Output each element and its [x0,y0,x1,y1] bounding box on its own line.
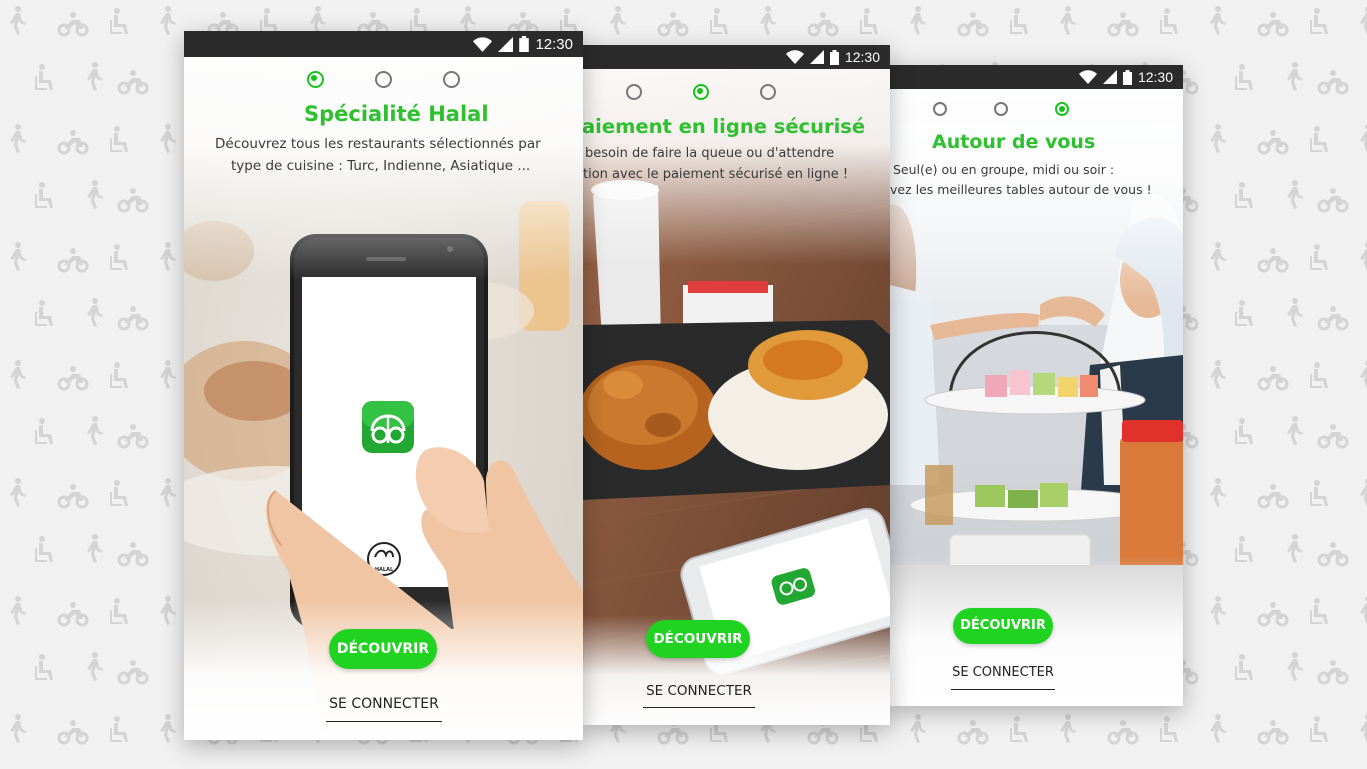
screen-description-line-1: besoin de faire la queue ou d'attendre [585,146,835,161]
screen-title: Spécialité Halal [304,102,489,126]
status-bar: 12:30 [583,45,890,69]
status-time: 12:30 [535,35,573,53]
signal-icon [809,50,824,64]
login-link[interactable]: SE CONNECTER [951,663,1055,690]
step-dot-2[interactable] [375,71,392,88]
step-indicator [307,71,460,88]
wifi-icon [785,50,804,64]
status-bar: 12:30 [890,65,1183,89]
signal-icon [1102,70,1117,84]
screen-title: Autour de vous [932,131,1096,153]
screen-description-line-2: tion avec le paiement sécurisé en ligne … [583,167,849,182]
step-dot-1[interactable] [626,84,642,100]
screen-title: aiement en ligne sécurisé [583,115,866,138]
step-dot-1-active[interactable] [307,71,324,88]
step-dot-1[interactable] [933,102,947,116]
battery-icon [1122,69,1132,85]
phone-screen-halal-specialty: HALAL 12:30 Spécialité Halal Découvrez t… [184,31,583,740]
step-dot-3[interactable] [760,84,776,100]
step-indicator [626,84,776,100]
login-link[interactable]: SE CONNECTER [326,693,442,722]
step-indicator [933,102,1069,116]
discover-button[interactable]: DÉCOUVRIR [953,608,1053,644]
screen-description-line-1: Seul(e) ou en groupe, midi ou soir : [893,162,1115,177]
discover-button[interactable]: DÉCOUVRIR [329,629,437,669]
screen-description-line-2: type de cuisine : Turc, Indienne, Asiati… [231,158,531,174]
wifi-icon [473,36,493,52]
status-time: 12:30 [844,49,880,65]
phone-screen-around-you: 12:30 Autour de vous Seul(e) ou en group… [890,65,1183,706]
login-link[interactable]: SE CONNECTER [643,681,755,708]
phone-screen-secure-payment: 12:30 aiement en ligne sécurisé besoin d… [583,45,890,725]
battery-icon [519,36,530,52]
screen-description-line-2: vez les meilleures tables autour de vous… [890,182,1152,197]
battery-icon [829,49,839,65]
discover-button[interactable]: DÉCOUVRIR [646,620,750,658]
status-time: 12:30 [1137,69,1173,85]
screen-description-line-1: Découvrez tous les restaurants sélection… [215,136,541,152]
step-dot-2[interactable] [994,102,1008,116]
wifi-icon [1078,70,1097,84]
step-dot-3-active[interactable] [1055,102,1069,116]
step-dot-3[interactable] [443,71,460,88]
app-logo-icon [362,401,414,453]
status-bar: 12:30 [184,31,583,57]
signal-icon [498,36,514,52]
step-dot-2-active[interactable] [693,84,709,100]
